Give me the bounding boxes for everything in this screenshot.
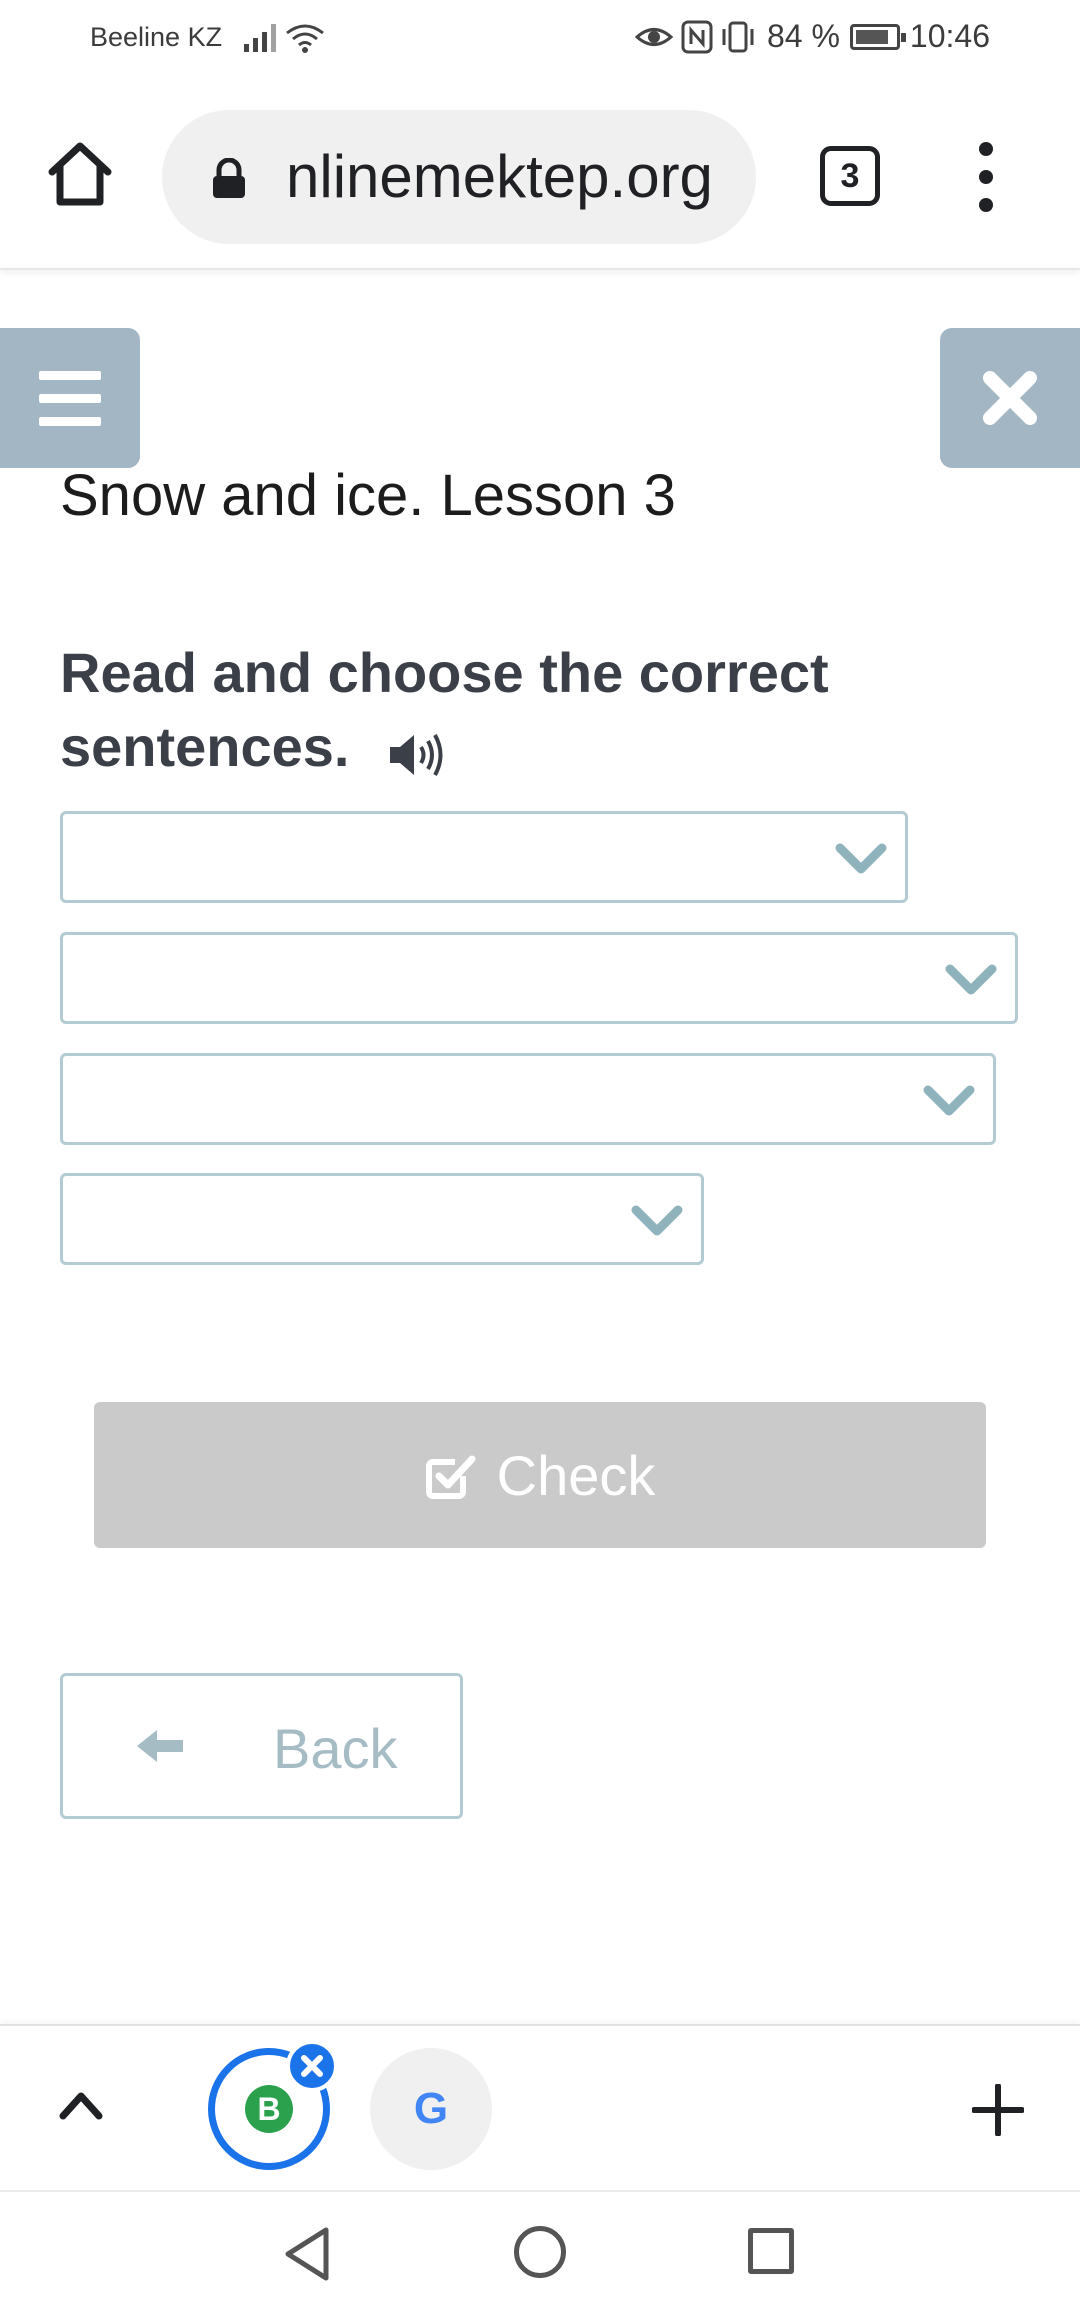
close-icon bbox=[983, 371, 1037, 425]
close-icon bbox=[301, 2055, 323, 2077]
url-text: nlinemektep.org bbox=[286, 143, 713, 210]
task-instruction-text: Read and choose the correct sentences. bbox=[60, 641, 829, 778]
hamburger-menu-button[interactable] bbox=[0, 328, 140, 468]
clock: 10:46 bbox=[909, 18, 990, 54]
chevron-down-icon bbox=[631, 1205, 683, 1236]
speaker-icon bbox=[389, 734, 442, 777]
close-lesson-button[interactable] bbox=[940, 328, 1080, 468]
tab-switcher-button[interactable]: 3 bbox=[820, 146, 880, 206]
speaker-button[interactable] bbox=[388, 723, 444, 777]
vibrate-icon bbox=[722, 21, 754, 52]
wifi-icon bbox=[286, 24, 324, 53]
check-label: Check bbox=[496, 1443, 656, 1507]
nav-back-icon[interactable] bbox=[282, 2226, 332, 2282]
new-tab-plus-icon[interactable] bbox=[972, 2084, 1024, 2136]
nfc-icon bbox=[681, 20, 713, 53]
arrow-left-icon bbox=[137, 1730, 183, 1762]
more-vert-icon bbox=[979, 142, 993, 156]
status-right: 84 % 10:46 bbox=[634, 18, 990, 55]
eye-comfort-icon bbox=[634, 27, 673, 46]
task-instruction: Read and choose the correct sentences. bbox=[60, 636, 940, 784]
hamburger-icon bbox=[39, 370, 101, 380]
chevron-down-icon bbox=[923, 1085, 975, 1116]
check-button[interactable]: Check bbox=[94, 1402, 986, 1548]
check-square-icon bbox=[425, 1455, 476, 1499]
google-icon: G bbox=[413, 2084, 449, 2133]
chevron-up-icon[interactable] bbox=[56, 2084, 106, 2124]
back-label: Back bbox=[273, 1717, 398, 1780]
chevron-down-icon bbox=[835, 843, 887, 874]
tab-close-button[interactable] bbox=[286, 2040, 338, 2092]
more-menu-button[interactable] bbox=[966, 142, 1006, 212]
carrier-name: Beeline KZ bbox=[90, 22, 223, 52]
tab-strip: B G bbox=[0, 2024, 1080, 2190]
chevron-down-icon bbox=[945, 964, 997, 995]
sentence-dropdown-1[interactable] bbox=[60, 811, 908, 903]
battery-percent: 84 % bbox=[766, 18, 840, 54]
address-bar[interactable]: nlinemektep.org bbox=[162, 110, 756, 244]
sentence-dropdown-3[interactable] bbox=[60, 1053, 996, 1145]
lock-icon bbox=[213, 158, 245, 198]
battery-fill bbox=[855, 29, 888, 44]
back-button[interactable]: Back bbox=[60, 1673, 463, 1819]
lesson-title: Snow and ice. Lesson 3 bbox=[60, 463, 676, 528]
sentence-dropdown-2[interactable] bbox=[60, 932, 1018, 1024]
home-icon bbox=[48, 142, 112, 206]
sentence-dropdown-4[interactable] bbox=[60, 1173, 704, 1265]
status-bar: Beeline KZ 84 % 10:46 bbox=[0, 0, 1080, 80]
tab-favicon-google[interactable]: G bbox=[370, 2048, 492, 2170]
system-nav-bar bbox=[0, 2190, 1080, 2312]
site-favicon-icon: B bbox=[245, 2085, 293, 2133]
browser-toolbar: nlinemektep.org 3 bbox=[0, 80, 1080, 270]
status-left: Beeline KZ bbox=[90, 22, 326, 53]
signal-icon bbox=[244, 23, 277, 52]
nav-home-icon[interactable] bbox=[514, 2226, 566, 2278]
battery-icon bbox=[849, 23, 906, 50]
home-button[interactable] bbox=[44, 138, 116, 210]
nav-recents-icon[interactable] bbox=[748, 2228, 794, 2274]
